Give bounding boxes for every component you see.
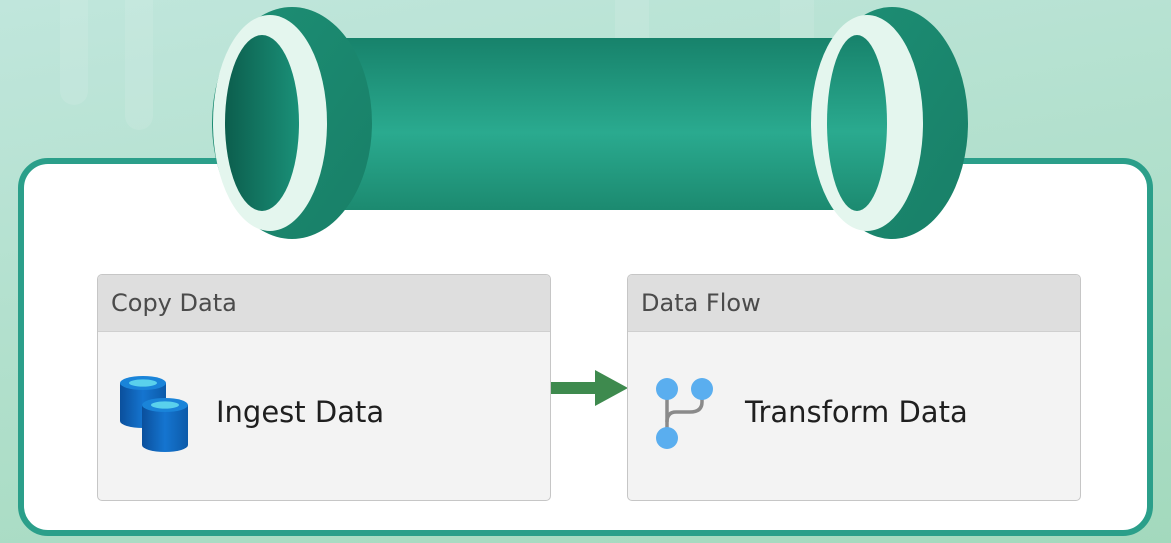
success-arrow [551, 370, 628, 406]
activity-name: Transform Data [745, 395, 968, 429]
activity-name: Ingest Data [216, 395, 385, 429]
activity-type-label: Data Flow [628, 275, 1080, 332]
database-icon [120, 376, 188, 452]
data-flow-activity[interactable]: Data Flow Transform Data [627, 274, 1081, 501]
activity-type-label: Copy Data [98, 275, 550, 332]
data-flow-icon [656, 378, 713, 449]
copy-data-activity[interactable]: Copy Data Ingest Data [97, 274, 551, 501]
pipeline-icon [212, 7, 968, 239]
